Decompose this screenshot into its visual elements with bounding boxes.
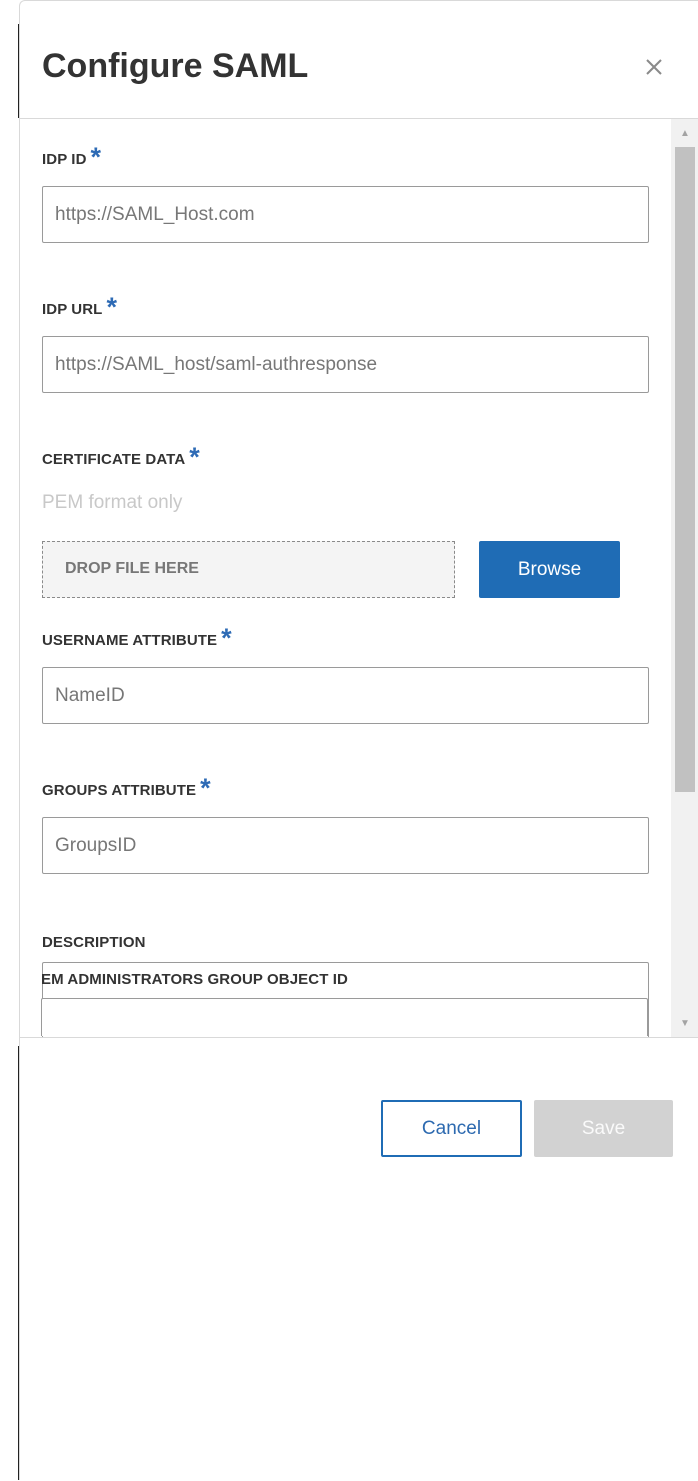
description-label: DESCRIPTION — [42, 934, 146, 951]
certificate-data-label: CERTIFICATE DATA * — [42, 442, 200, 472]
cancel-button[interactable]: Cancel — [381, 1100, 522, 1157]
username-attribute-label: USERNAME ATTRIBUTE * — [42, 623, 232, 653]
scroll-up-arrow-icon[interactable]: ▲ — [671, 123, 698, 143]
dialog-footer: Cancel Save — [20, 1037, 698, 1481]
certificate-drop-zone[interactable]: DROP FILE HERE — [42, 541, 455, 598]
required-marker: * — [106, 292, 118, 322]
idp-url-input[interactable] — [42, 336, 649, 393]
required-marker: * — [221, 623, 232, 653]
dialog-header: Configure SAML — [20, 1, 698, 119]
certificate-format-hint: PEM format only — [42, 492, 183, 513]
groups-attribute-label: GROUPS ATTRIBUTE * — [42, 773, 211, 803]
browse-button[interactable]: Browse — [479, 541, 620, 598]
em-admin-group-label-visible: EM ADMINISTRATORS GROUP OBJECT ID — [41, 971, 348, 988]
em-admin-group-input[interactable] — [41, 998, 648, 1036]
dialog-title: Configure SAML — [42, 47, 309, 85]
scroll-down-arrow-icon[interactable]: ▼ — [671, 1013, 698, 1033]
configure-saml-dialog: Configure SAML IDP ID* IDP URL* CERTIFIC… — [19, 0, 698, 1481]
save-button[interactable]: Save — [534, 1100, 673, 1157]
username-attribute-input[interactable] — [42, 667, 649, 724]
scrollbar-thumb[interactable] — [675, 147, 695, 792]
required-marker: * — [90, 142, 102, 172]
idp-id-input[interactable] — [42, 186, 649, 243]
idp-id-label: IDP ID * — [42, 142, 102, 172]
required-marker: * — [200, 773, 211, 803]
required-marker: * — [189, 442, 200, 472]
close-icon[interactable] — [640, 53, 668, 81]
dialog-body: IDP ID* IDP URL* CERTIFICATE DATA* PEM f… — [20, 119, 698, 1037]
idp-url-label: IDP URL * — [42, 292, 118, 322]
groups-attribute-input[interactable] — [42, 817, 649, 874]
